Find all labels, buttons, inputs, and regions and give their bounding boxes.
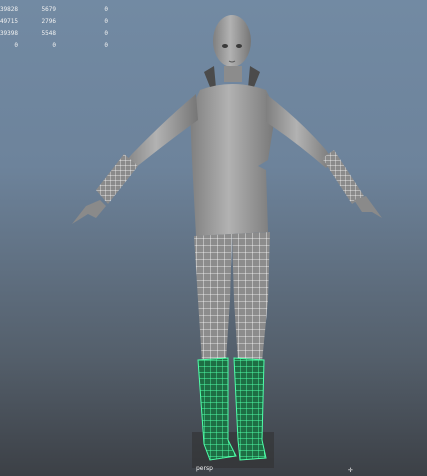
hud-row: 39398 5548 0 xyxy=(0,28,120,40)
character-jacket[interactable] xyxy=(190,84,276,236)
hud-value: 0 xyxy=(104,18,108,25)
character-left-arm[interactable] xyxy=(122,94,198,172)
left-leg-wireframe[interactable] xyxy=(194,234,232,362)
hud-value: 0 xyxy=(14,42,18,49)
right-leg-wireframe[interactable] xyxy=(232,232,270,362)
hud-value: 5548 xyxy=(41,30,56,37)
hud-value: 39398 xyxy=(0,30,18,37)
left-sleeve-wireframe[interactable] xyxy=(96,154,138,204)
poly-count-hud: 39828 5679 0 49715 2796 0 39398 5548 0 0… xyxy=(0,4,120,52)
character-left-hand[interactable] xyxy=(72,200,106,224)
hud-row: 0 0 0 xyxy=(0,40,120,52)
right-sleeve-wireframe[interactable] xyxy=(322,150,364,204)
hud-value: 49715 xyxy=(0,18,18,25)
hud-value: 39828 xyxy=(0,6,18,13)
character-model[interactable] xyxy=(0,0,427,476)
hud-value: 0 xyxy=(104,6,108,13)
hud-value: 0 xyxy=(104,42,108,49)
right-boot-selected[interactable] xyxy=(233,357,267,461)
camera-name-label: persp xyxy=(196,465,213,472)
hud-value: 0 xyxy=(52,42,56,49)
hud-row: 39828 5679 0 xyxy=(0,4,120,16)
maya-3d-viewport[interactable]: 39828 5679 0 49715 2796 0 39398 5548 0 0… xyxy=(0,0,427,476)
character-head[interactable] xyxy=(213,15,251,67)
hud-value: 0 xyxy=(104,30,108,37)
hud-value: 5679 xyxy=(41,6,56,13)
axis-gizmo-icon: ✛ xyxy=(348,465,353,474)
hud-value: 2796 xyxy=(41,18,56,25)
hud-row: 49715 2796 0 xyxy=(0,16,120,28)
character-right-hand[interactable] xyxy=(354,196,382,218)
